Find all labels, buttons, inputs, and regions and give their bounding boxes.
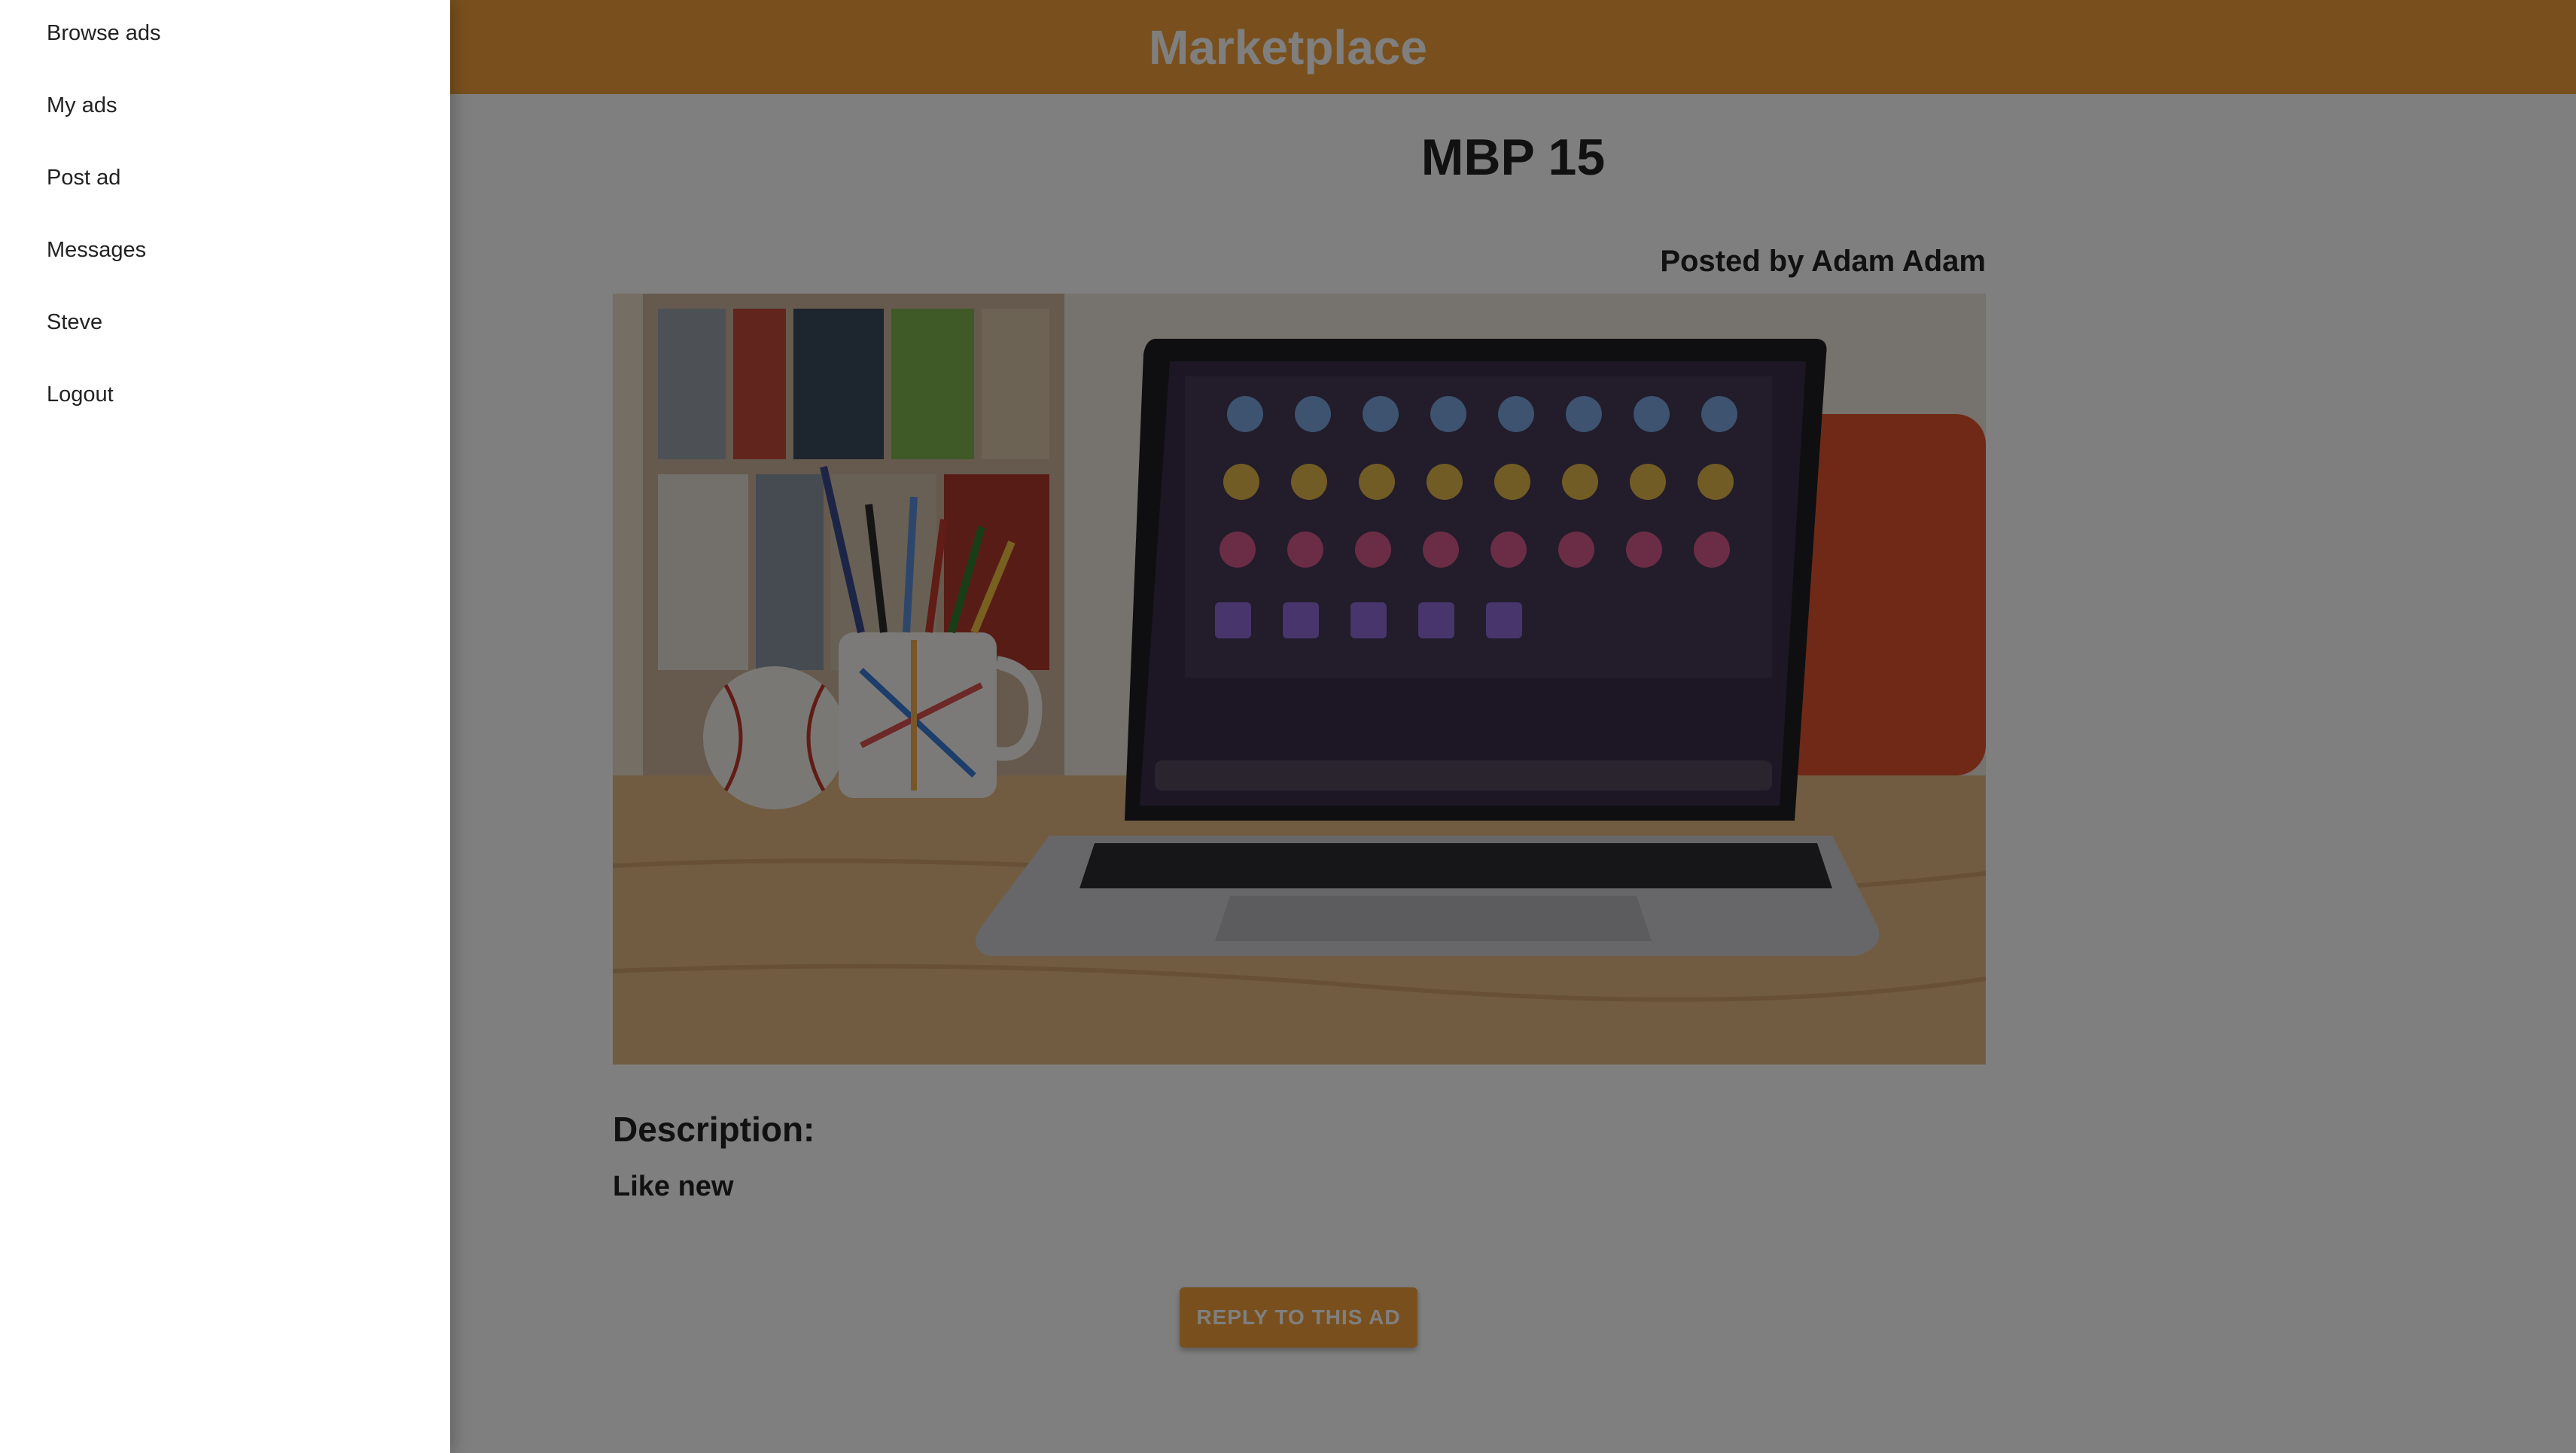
drawer-item-logout[interactable]: Logout xyxy=(47,382,114,407)
nav-drawer: Browse ads My ads Post ad Messages Steve… xyxy=(0,0,450,1453)
drawer-item-post-ad[interactable]: Post ad xyxy=(47,166,120,190)
drawer-item-profile[interactable]: Steve xyxy=(47,310,102,335)
drawer-item-my-ads[interactable]: My ads xyxy=(47,93,117,118)
drawer-item-browse-ads[interactable]: Browse ads xyxy=(47,21,161,46)
drawer-item-messages[interactable]: Messages xyxy=(47,238,146,263)
